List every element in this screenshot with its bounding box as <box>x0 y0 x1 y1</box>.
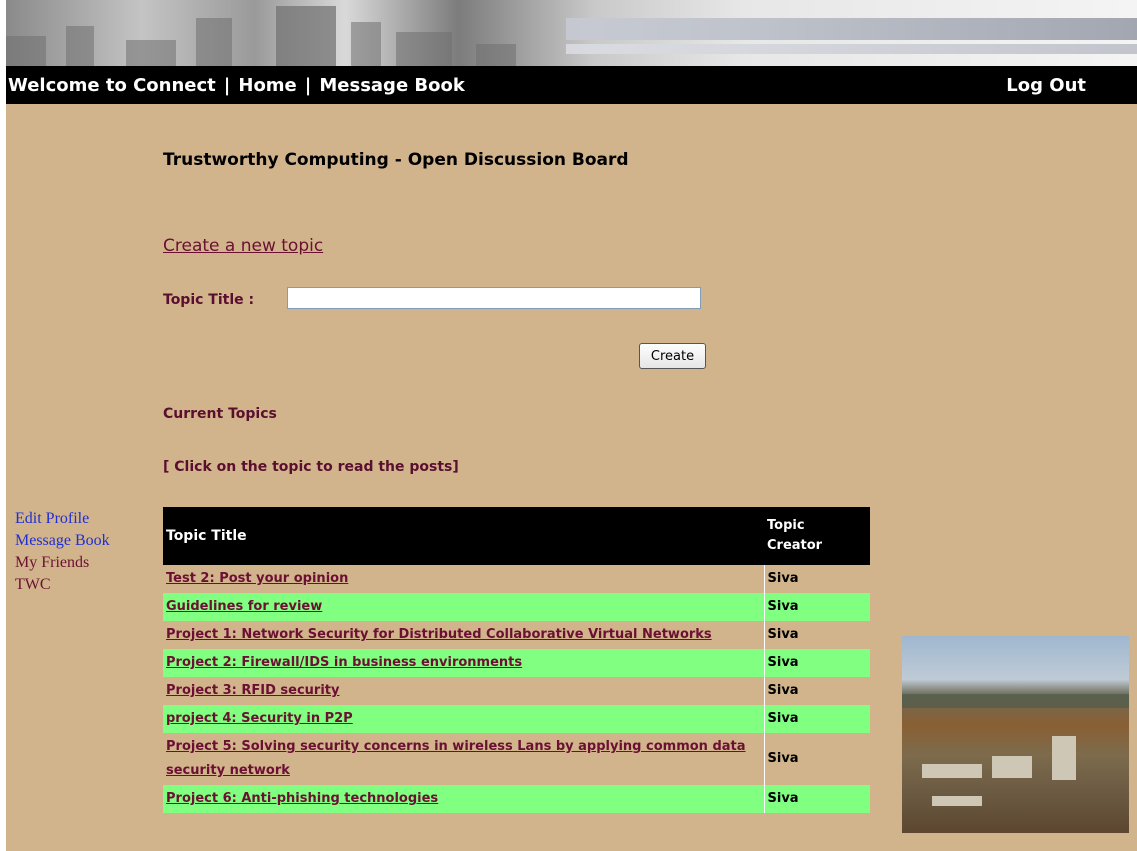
sidebar-item-message-book[interactable]: Message Book <box>15 530 110 552</box>
topic-cell: Project 3: RFID security <box>163 677 764 705</box>
topic-link[interactable]: Project 3: RFID security <box>166 683 339 698</box>
topic-link[interactable]: Project 1: Network Security for Distribu… <box>166 627 712 642</box>
header-creator-line1: Topic <box>767 518 805 533</box>
current-topics-heading: Current Topics <box>163 406 277 422</box>
table-row: Project 6: Anti-phishing technologies Si… <box>163 785 870 813</box>
table-row: Test 2: Post your opinion Siva <box>163 565 870 593</box>
table-header-row: Topic Title Topic Creator <box>163 507 870 565</box>
topic-cell: Project 6: Anti-phishing technologies <box>163 785 764 813</box>
topic-title-label: Topic Title : <box>163 292 255 308</box>
topic-link[interactable]: project 4: Security in P2P <box>166 711 353 726</box>
table-row: Project 1: Network Security for Distribu… <box>163 621 870 649</box>
table-row: project 4: Security in P2P Siva <box>163 705 870 733</box>
topic-link[interactable]: Project 2: Firewall/IDS in business envi… <box>166 655 522 670</box>
table-row: Project 5: Solving security concerns in … <box>163 733 870 785</box>
creator-cell: Siva <box>763 733 870 785</box>
creator-cell: Siva <box>763 593 870 621</box>
header-creator-line2: Creator <box>767 538 823 553</box>
logout-link[interactable]: Log Out <box>1006 75 1086 96</box>
topic-link[interactable]: Test 2: Post your opinion <box>166 571 348 586</box>
sidebar-item-my-friends[interactable]: My Friends <box>15 552 110 574</box>
topic-link[interactable]: Project 5: Solving security concerns in … <box>166 739 746 778</box>
topics-instructions: [ Click on the topic to read the posts] <box>163 459 459 475</box>
topic-cell: Guidelines for review <box>163 593 764 621</box>
nav-separator: | <box>304 75 312 96</box>
table-row: Project 2: Firewall/IDS in business envi… <box>163 649 870 677</box>
nav-home-link[interactable]: Home <box>238 75 296 96</box>
nav-separator: | <box>223 75 231 96</box>
create-topic-link[interactable]: Create a new topic <box>163 236 323 256</box>
sidebar-item-twc[interactable]: TWC <box>15 574 110 596</box>
topics-table: Topic Title Topic Creator Test 2: Post yo… <box>163 507 870 813</box>
sidebar-item-edit-profile[interactable]: Edit Profile <box>15 508 110 530</box>
header-topic-creator: Topic Creator <box>764 507 870 565</box>
header-topic-title: Topic Title <box>163 507 764 565</box>
nav-welcome: Welcome to Connect <box>8 75 216 96</box>
table-row: Project 3: RFID security Siva <box>163 677 870 705</box>
topic-cell: Project 2: Firewall/IDS in business envi… <box>163 649 764 677</box>
creator-cell: Siva <box>763 677 870 705</box>
page-background: Welcome to Connect | Home | Message Book Log… <box>6 0 1137 851</box>
create-button[interactable]: Create <box>639 343 706 369</box>
campus-photo <box>902 636 1129 833</box>
topic-cell: Project 1: Network Security for Distribu… <box>163 621 764 649</box>
sidebar: Edit Profile Message Book My Friends TWC <box>15 508 110 596</box>
topic-cell: Test 2: Post your opinion <box>163 565 764 593</box>
page-title: Trustworthy Computing - Open Discussion … <box>163 150 629 170</box>
nav-message-book-link[interactable]: Message Book <box>319 75 464 96</box>
topic-link[interactable]: Project 6: Anti-phishing technologies <box>166 791 438 806</box>
top-nav-bar: Welcome to Connect | Home | Message Book Log… <box>6 66 1137 104</box>
creator-cell: Siva <box>763 705 870 733</box>
topic-cell: Project 5: Solving security concerns in … <box>163 733 764 785</box>
topic-cell: project 4: Security in P2P <box>163 705 764 733</box>
creator-cell: Siva <box>763 565 870 593</box>
creator-cell: Siva <box>763 649 870 677</box>
topic-title-input[interactable] <box>287 287 701 309</box>
creator-cell: Siva <box>763 621 870 649</box>
creator-cell: Siva <box>763 785 870 813</box>
banner-image <box>6 0 1137 66</box>
topic-link[interactable]: Guidelines for review <box>166 599 322 614</box>
table-row: Guidelines for review Siva <box>163 593 870 621</box>
